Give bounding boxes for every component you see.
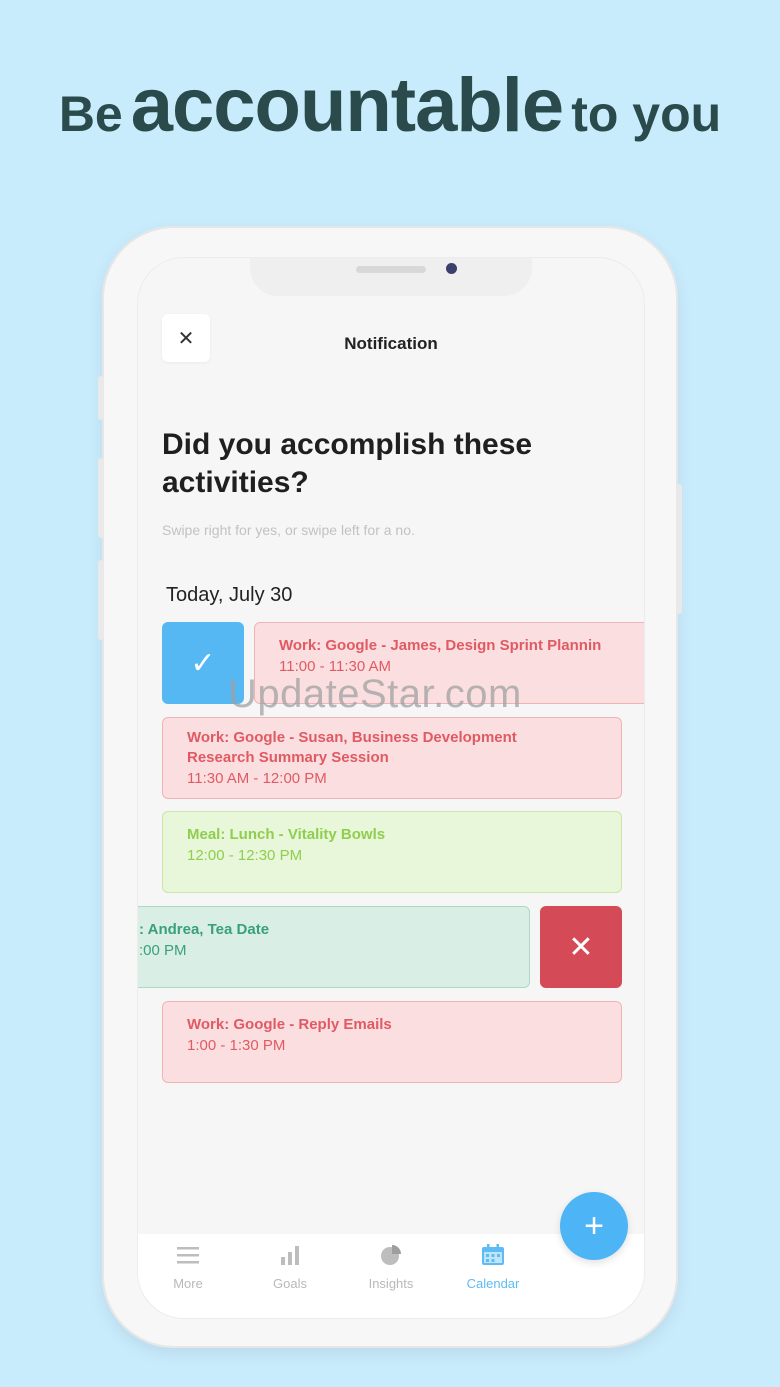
menu-icon (177, 1247, 199, 1264)
mute-switch (98, 376, 104, 420)
calendar-icon (482, 1244, 504, 1265)
headline: Be accountable to you (0, 62, 780, 149)
volume-up-button (98, 458, 104, 538)
activity-title: Meal: Lunch - Vitality Bowls (187, 826, 386, 843)
swipe-hint: Swipe right for yes, or swipe left for a… (162, 522, 415, 538)
activity-time: 11:30 AM - 12:00 PM (187, 770, 327, 787)
tab-more[interactable]: More (138, 1234, 238, 1318)
date-label: Today, July 30 (166, 584, 293, 606)
tab-label: Insights (368, 1276, 414, 1291)
activity-title: : Andrea, Tea Date (139, 921, 270, 938)
volume-down-button (98, 560, 104, 640)
tab-goals[interactable]: Goals (240, 1234, 340, 1318)
tab-label: Goals (273, 1276, 307, 1291)
activity-card[interactable]: : Andrea, Tea Date :00 PM (138, 906, 530, 988)
phone-screen: ✕ Notification Did you accomplish these … (138, 258, 644, 1318)
tab-label: More (173, 1276, 203, 1291)
watermark: UpdateStar.com (228, 672, 522, 716)
question-heading: Did you accomplish these activities? (162, 428, 533, 499)
check-icon: ✓ (190, 646, 216, 680)
activity-title: Work: Google - James, Design Sprint Plan… (279, 637, 602, 654)
activity-card[interactable]: Work: Google - Reply Emails 1:00 - 1:30 … (162, 1001, 622, 1083)
close-icon: ✕ (568, 930, 594, 964)
pie-chart-icon (381, 1245, 401, 1265)
activity-card[interactable]: Work: Google - Susan, Business Developme… (162, 717, 622, 799)
tab-calendar[interactable]: Calendar (443, 1234, 543, 1318)
headline-accountable: accountable (130, 63, 564, 148)
speaker-grille (356, 266, 426, 273)
power-button (676, 484, 682, 614)
activity-time: 1:00 - 1:30 PM (187, 1037, 286, 1054)
activity-card[interactable]: Meal: Lunch - Vitality Bowls 12:00 - 12:… (162, 811, 622, 893)
page-title: Notification (344, 334, 438, 353)
headline-to-you: to you (571, 86, 722, 142)
activity-title: Work: Google - Susan, Business Developme… (187, 729, 517, 766)
reject-button[interactable]: ✕ (540, 906, 622, 988)
headline-be: Be (58, 86, 123, 142)
front-camera (446, 263, 457, 274)
add-button[interactable]: + (560, 1192, 628, 1260)
activity-time: 12:00 - 12:30 PM (187, 847, 303, 864)
tab-label: Calendar (466, 1276, 520, 1291)
tab-insights[interactable]: Insights (341, 1234, 441, 1318)
plus-icon: + (584, 1206, 604, 1245)
bar-chart-icon (281, 1246, 299, 1265)
notch (250, 258, 532, 296)
activity-time: :00 PM (139, 942, 187, 959)
phone-frame: ✕ Notification Did you accomplish these … (98, 226, 682, 1348)
activity-title: Work: Google - Reply Emails (187, 1016, 392, 1033)
